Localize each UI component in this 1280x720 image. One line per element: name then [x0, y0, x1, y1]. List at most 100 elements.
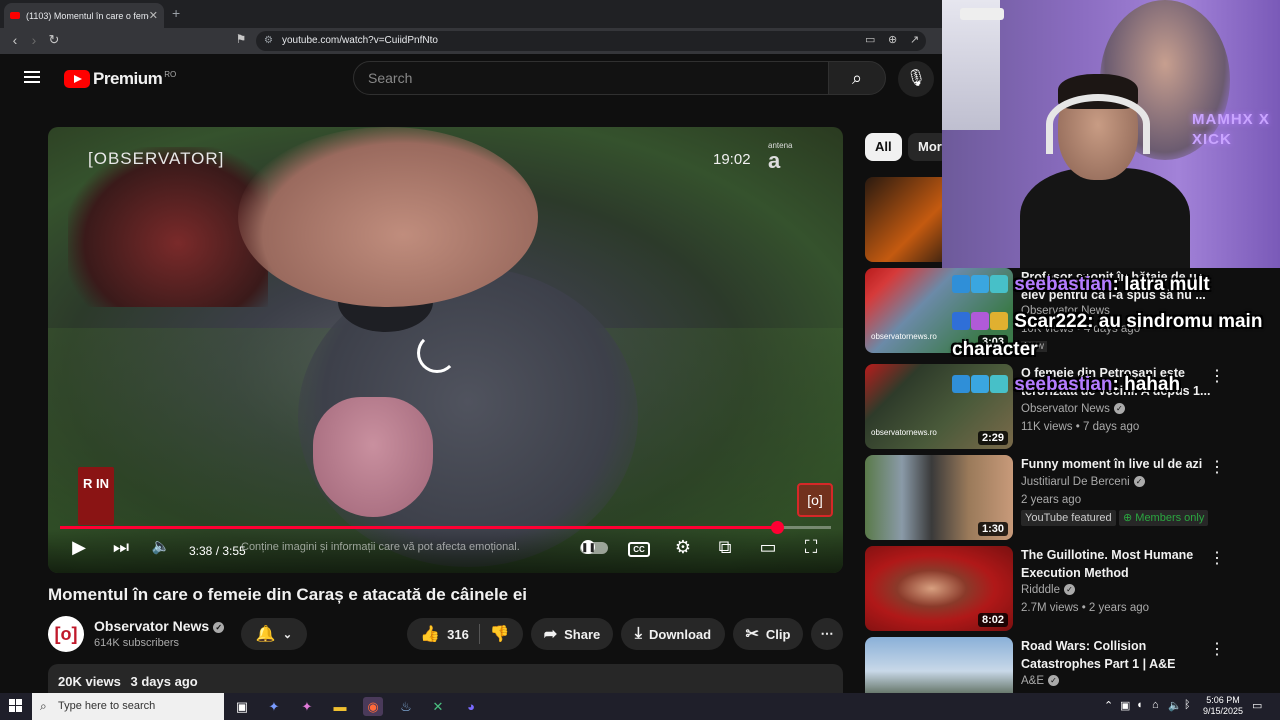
new-tab-icon[interactable]: + [172, 5, 180, 21]
verified-icon: ✓ [213, 622, 225, 633]
chevron-down-icon: ⌄ [282, 628, 293, 641]
zoom-icon[interactable]: ⊕ [888, 33, 897, 46]
browser-taskbar-icon[interactable]: ◉ [363, 697, 383, 716]
emote-icon [952, 275, 970, 293]
theater-mode-icon[interactable]: ▭ [755, 537, 781, 558]
network-icon[interactable]: ⌂ [1152, 699, 1159, 711]
cast-icon[interactable]: ▭ [865, 33, 875, 46]
steam-icon[interactable]: ♨ [396, 697, 416, 716]
notifications-icon[interactable]: ▭ [1252, 699, 1262, 712]
search-button[interactable]: ⌕ [828, 61, 886, 95]
chat-username: seebastian [1014, 274, 1113, 295]
autoplay-toggle[interactable] [580, 540, 608, 554]
forward-icon[interactable]: › [25, 32, 43, 48]
share-page-icon[interactable]: ↗ [910, 33, 919, 46]
task-view-icon[interactable]: ▣ [232, 697, 252, 716]
more-vertical-icon[interactable]: ⋮ [1209, 548, 1225, 568]
share-icon: ➦ [543, 626, 558, 643]
recommendation-channel[interactable]: Ridddle ✓ [1021, 584, 1075, 596]
download-button[interactable]: ⤓ Download [621, 618, 725, 650]
verified-icon: ✓ [1113, 403, 1125, 414]
file-explorer-icon[interactable]: ▬ [330, 697, 350, 716]
recommendation-meta: 2.7M views • 2 years ago [1021, 602, 1150, 614]
subscriber-count: 614K subscribers [94, 637, 179, 649]
time-display: 3:38 / 3:55 [189, 544, 246, 558]
air-conditioner [960, 8, 1004, 20]
windows-taskbar: ⌕ Type here to search ▣ ✦ ✦ ▬ ◉ ♨ ✕ ◕ ⌃ … [0, 693, 1280, 720]
microphone-icon: 🎙 [905, 70, 927, 87]
speaker-icon[interactable]: 🔈 [1168, 699, 1182, 712]
system-clock[interactable]: 5:06 PM 9/15/2025 [1198, 695, 1248, 717]
channel-avatar[interactable]: [o] [48, 616, 84, 652]
recommendation-meta: 2 years ago [1021, 494, 1082, 506]
subscribe-notifications-button[interactable]: 🔔 ⌄ [241, 618, 307, 650]
thumbnail[interactable]: 8:02 [865, 546, 1013, 631]
recommendation-channel[interactable]: Justitiarul De Berceni ✓ [1021, 476, 1145, 488]
back-icon[interactable]: ‹ [6, 32, 24, 48]
video-frame-hand [238, 127, 538, 307]
youtube-premium-logo[interactable]: Premium RO [64, 69, 176, 89]
clip-button[interactable]: ✂ Clip [733, 618, 803, 650]
youtube-featured-badge: YouTube featured [1021, 510, 1116, 526]
recommendation-5[interactable]: Road Wars: Collision Catastrophes Part 1… [865, 637, 1275, 693]
xbox-icon[interactable]: ✕ [428, 697, 448, 716]
observator-watermark: [o] [797, 483, 833, 517]
recommendation-4[interactable]: 8:02 The Guillotine. Most Humane Executi… [865, 546, 1275, 631]
dislike-icon[interactable]: 👎 [490, 624, 510, 644]
taskbar-search-input[interactable]: ⌕ Type here to search [32, 693, 224, 720]
chat-username: Scar222 [1014, 311, 1088, 332]
verified-icon: ✓ [1064, 584, 1075, 595]
more-actions-button[interactable]: ⋯ [811, 618, 843, 650]
search-input[interactable]: Search [353, 61, 829, 95]
miniplayer-icon[interactable]: ⧉ [712, 537, 738, 558]
recommendation-channel[interactable]: Observator News ✓ [1021, 403, 1125, 415]
chip-all[interactable]: All [865, 133, 902, 161]
more-vertical-icon[interactable]: ⋮ [1209, 366, 1225, 386]
recommendation-title[interactable]: Road Wars: Collision Catastrophes Part 1… [1021, 637, 1221, 673]
chat-text: : hahah [1112, 374, 1181, 395]
more-vertical-icon[interactable]: ⋮ [1209, 639, 1225, 659]
play-icon[interactable]: ▶ [66, 537, 92, 558]
tray-volume-icon[interactable]: ◖ [1136, 699, 1143, 711]
scrubber-handle[interactable] [771, 521, 785, 534]
region-code: RO [164, 69, 177, 79]
thumbnail[interactable]: 1:30 [865, 455, 1013, 540]
subtitles-button[interactable]: CC [628, 542, 650, 557]
voice-search-button[interactable]: 🎙 [898, 61, 934, 97]
recommendation-channel[interactable]: A&E ✓ [1021, 675, 1060, 687]
settings-gear-icon[interactable]: ⚙ [670, 537, 696, 558]
copilot-icon[interactable]: ✦ [264, 697, 284, 716]
thumbnail[interactable] [865, 637, 1013, 693]
channel-name[interactable]: Observator News ✓ [94, 618, 225, 634]
streamer [1000, 74, 1200, 268]
recommendation-title[interactable]: The Guillotine. Most Humane Execution Me… [1021, 546, 1221, 582]
volume-icon[interactable]: 🔈 [148, 537, 174, 555]
discord-icon[interactable]: ◕ [461, 697, 481, 716]
emote-icon [971, 275, 989, 293]
emote-icon [990, 375, 1008, 393]
url-field[interactable]: ⚙ youtube.com/watch?v=CuiidPnfNto [256, 31, 926, 51]
bluetooth-icon[interactable]: ᛒ [1184, 699, 1191, 711]
tray-app-icon[interactable]: ▣ [1120, 699, 1130, 712]
more-vertical-icon[interactable]: ⋮ [1209, 457, 1225, 477]
reload-icon[interactable]: ↻ [45, 32, 63, 48]
recommendation-title[interactable]: Funny moment în live ul de azi [1021, 455, 1221, 473]
close-tab-icon[interactable]: ✕ [149, 9, 158, 22]
bookmark-icon[interactable]: ⚑ [232, 32, 250, 46]
menu-icon[interactable] [24, 71, 40, 83]
copilot-app-icon[interactable]: ✦ [297, 697, 317, 716]
fullscreen-icon[interactable]: ⛶ [798, 537, 824, 558]
recommendation-3[interactable]: 1:30 Funny moment în live ul de azi ⋮ Ju… [865, 455, 1275, 540]
windows-start-icon[interactable] [9, 699, 23, 713]
share-button[interactable]: ➦ Share [531, 618, 613, 650]
progress-bar[interactable] [60, 521, 831, 534]
like-icon[interactable]: 👍 [420, 624, 440, 644]
loading-spinner-icon [417, 333, 457, 373]
next-video-icon[interactable]: ⏭ [108, 537, 134, 558]
like-count[interactable]: 316 [447, 627, 469, 642]
progress-bar-fill [60, 526, 778, 529]
video-player[interactable]: [OBSERVATOR] 19:02 antena a R IN [o] ▶ ⏭ … [48, 127, 843, 573]
show-hidden-icons-icon[interactable]: ⌃ [1104, 699, 1113, 712]
site-info-icon[interactable]: ⚙ [264, 31, 273, 51]
browser-tab[interactable]: (1103) Momentul în care o feme ✕ [4, 3, 164, 28]
